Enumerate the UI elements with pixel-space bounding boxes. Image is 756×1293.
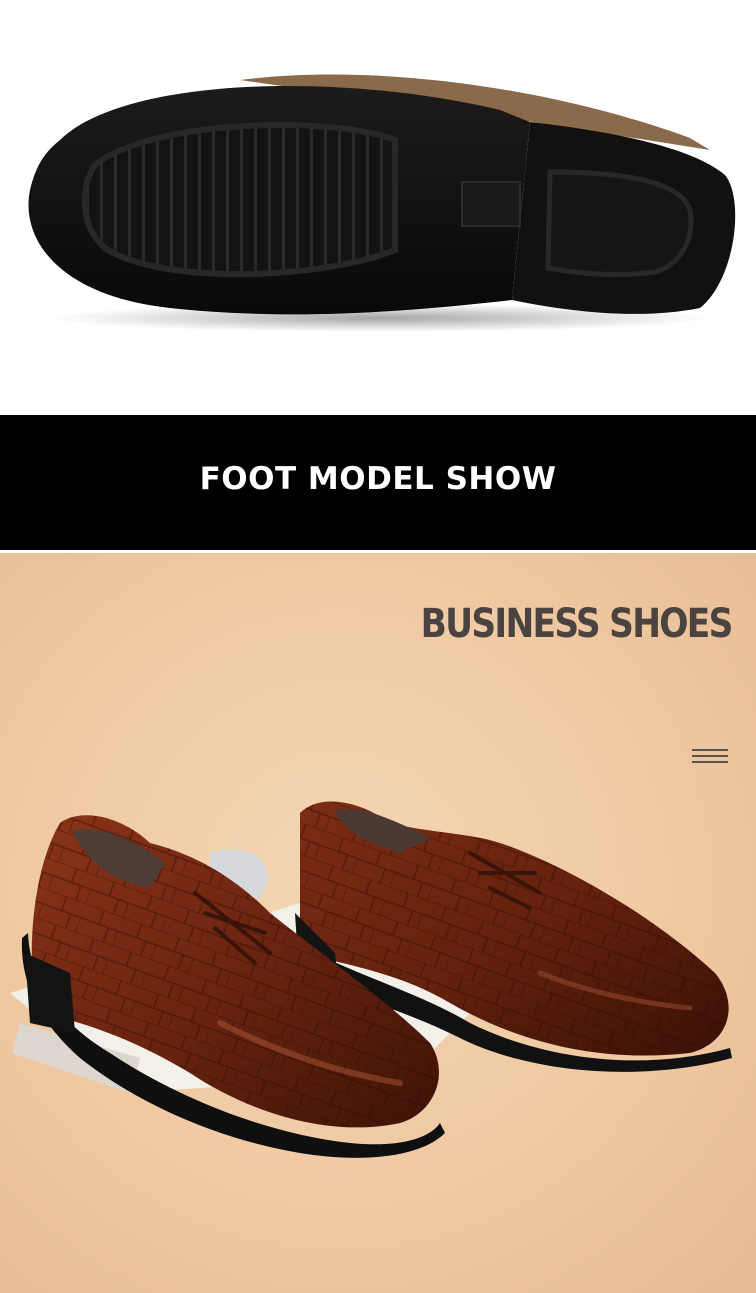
headline: BUSINESS SHOES <box>420 601 734 647</box>
shoe-sole-image <box>28 74 736 332</box>
business-shoes-image <box>10 801 732 1158</box>
sole-photo-section <box>0 0 756 415</box>
section-banner: FOOT MODEL SHOW <box>0 415 756 550</box>
banner-title: FOOT MODEL SHOW <box>199 460 557 497</box>
menu-lines-icon <box>692 749 728 765</box>
model-photo-section: BUSINESS SHOES <box>0 553 756 1293</box>
